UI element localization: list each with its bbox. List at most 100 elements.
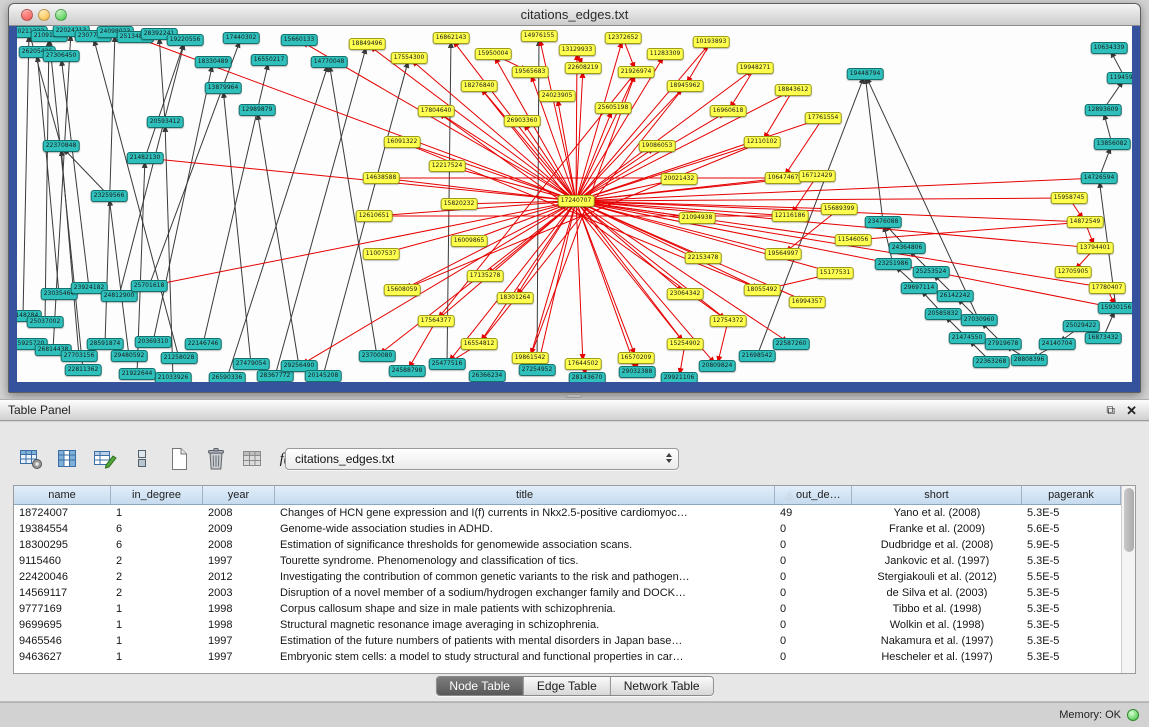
graph-node[interactable]: 17780407 [1089,282,1126,294]
graph-node[interactable]: 22153478 [685,252,722,264]
cell-pagerank[interactable]: 5.5E-5 [1022,569,1121,585]
cell-name[interactable]: 9777169 [14,601,111,617]
graph-node[interactable]: 16570209 [618,352,655,364]
cell-out_degree[interactable]: 0 [775,617,852,633]
network-canvas[interactable]: 1724070722608219219269741894596216960618… [17,26,1132,382]
cell-out_degree[interactable]: 0 [775,601,852,617]
table-row[interactable]: 1872400712008Changes of HCN gene express… [14,505,1121,521]
graph-node[interactable]: 11945952 [1107,72,1132,84]
graph-node[interactable]: 16960618 [710,105,747,117]
cell-year[interactable]: 1997 [203,553,275,569]
cell-year[interactable]: 2012 [203,569,275,585]
cell-pagerank[interactable]: 5.9E-5 [1022,537,1121,553]
graph-node[interactable]: 27254952 [519,364,556,376]
cell-pagerank[interactable]: 5.3E-5 [1022,601,1121,617]
network-file-dropdown[interactable]: citations_edges.txt [285,448,679,470]
graph-node[interactable]: 25029422 [1063,320,1100,332]
graph-node[interactable]: 16873432 [1085,332,1122,344]
cell-short[interactable]: Wolkin et al. (1998) [852,617,1022,633]
graph-node[interactable]: 20021432 [661,173,698,185]
cell-in_degree[interactable]: 1 [111,649,203,665]
cell-name[interactable]: 14569117 [14,585,111,601]
cell-in_degree[interactable]: 2 [111,569,203,585]
graph-node[interactable]: 12754372 [710,315,747,327]
graph-node[interactable]: 14770048 [311,56,348,68]
graph-node[interactable]: 24364806 [889,242,926,254]
graph-node[interactable]: 19448794 [847,68,884,80]
cell-name[interactable]: 9463627 [14,649,111,665]
graph-node[interactable]: 10634339 [1091,42,1128,54]
cell-name[interactable]: 9465546 [14,633,111,649]
table-row[interactable]: 977716911998Corpus callosum shape and si… [14,601,1121,617]
graph-node[interactable]: 20369310 [135,336,172,348]
graph-node[interactable]: 11007537 [363,248,400,260]
graph-node[interactable]: 12893609 [1085,104,1122,116]
graph-node[interactable]: 26590336 [209,372,246,382]
graph-node[interactable]: 14638588 [363,172,400,184]
cell-in_degree[interactable]: 1 [111,633,203,649]
graph-node[interactable]: 18301264 [497,292,534,304]
graph-node[interactable]: 16091322 [384,136,421,148]
cell-in_degree[interactable]: 6 [111,537,203,553]
graph-node[interactable]: 23064342 [667,288,704,300]
graph-node[interactable]: 15177531 [817,267,854,279]
graph-node[interactable]: 13856082 [1094,138,1131,150]
graph-node[interactable]: 12217524 [429,160,466,172]
graph-node[interactable]: 12989879 [239,104,276,116]
graph-node[interactable]: 10647467 [765,172,802,184]
graph-node[interactable]: 16712429 [799,170,836,182]
cell-name[interactable]: 18300295 [14,537,111,553]
graph-node[interactable]: 13879964 [205,82,242,94]
table-row[interactable]: 946362711997Embryonic stem cells: a mode… [14,649,1121,665]
graph-node[interactable]: 17564377 [418,315,455,327]
graph-node[interactable]: 22370848 [43,140,80,152]
cell-title[interactable]: Embryonic stem cells: a model to study s… [275,649,775,665]
graph-node[interactable]: 15660133 [281,34,318,46]
graph-node[interactable]: 26366234 [469,370,506,382]
cell-in_degree[interactable]: 6 [111,521,203,537]
merge-rows-button[interactable] [129,447,155,471]
graph-node[interactable]: 18945962 [667,80,704,92]
graph-node[interactable]: 27306450 [43,50,80,62]
graph-node[interactable]: 26903360 [504,115,541,127]
graph-node[interactable]: 11546056 [835,234,872,246]
cell-year[interactable]: 2008 [203,505,275,521]
graph-node[interactable]: 19861542 [512,352,549,364]
graph-node[interactable]: 18055492 [744,284,781,296]
cell-pagerank[interactable]: 5.3E-5 [1022,617,1121,633]
graph-node[interactable]: 23259566 [91,190,128,202]
graph-node[interactable]: 11283309 [647,48,684,60]
cell-name[interactable]: 22420046 [14,569,111,585]
graph-node[interactable]: 12116186 [772,210,809,222]
cell-pagerank[interactable]: 5.3E-5 [1022,553,1121,569]
graph-node[interactable]: 20593412 [147,116,184,128]
graph-node[interactable]: 17554300 [391,52,428,64]
graph-node[interactable]: 13794401 [1077,242,1114,254]
graph-node[interactable]: 19220556 [167,34,204,46]
graph-node[interactable]: 15930156 [1098,302,1132,314]
cell-year[interactable]: 2008 [203,537,275,553]
graph-node[interactable]: 15950004 [475,48,512,60]
graph-node[interactable]: 27703156 [61,350,98,362]
graph-node[interactable]: 18843612 [775,84,812,96]
graph-node[interactable]: 22146746 [185,338,222,350]
graph-node[interactable]: 29032388 [619,366,656,378]
cell-year[interactable]: 1998 [203,601,275,617]
graph-node[interactable]: 28143670 [569,372,606,382]
scrollbar-thumb[interactable] [1124,488,1134,552]
graph-node[interactable]: 14726594 [1081,172,1118,184]
graph-node[interactable]: 23251986 [875,258,912,270]
cell-out_degree[interactable]: 0 [775,633,852,649]
graph-node[interactable]: 19564997 [765,248,802,260]
cell-out_degree[interactable]: 0 [775,585,852,601]
column-header-out_degree[interactable]: △out_de… [775,486,852,504]
graph-node[interactable]: 20145208 [305,370,342,382]
table-row[interactable]: 1938455462009Genome-wide association stu… [14,521,1121,537]
graph-node[interactable]: 18849496 [349,38,386,50]
cell-out_degree[interactable]: 0 [775,569,852,585]
table-row[interactable]: 1456911722003Disruption of a novel membe… [14,585,1121,601]
cell-short[interactable]: Tibbo et al. (1998) [852,601,1022,617]
cell-pagerank[interactable]: 5.3E-5 [1022,633,1121,649]
graph-node[interactable]: 15608059 [384,284,421,296]
tab-network-table[interactable]: Network Table [611,677,713,695]
